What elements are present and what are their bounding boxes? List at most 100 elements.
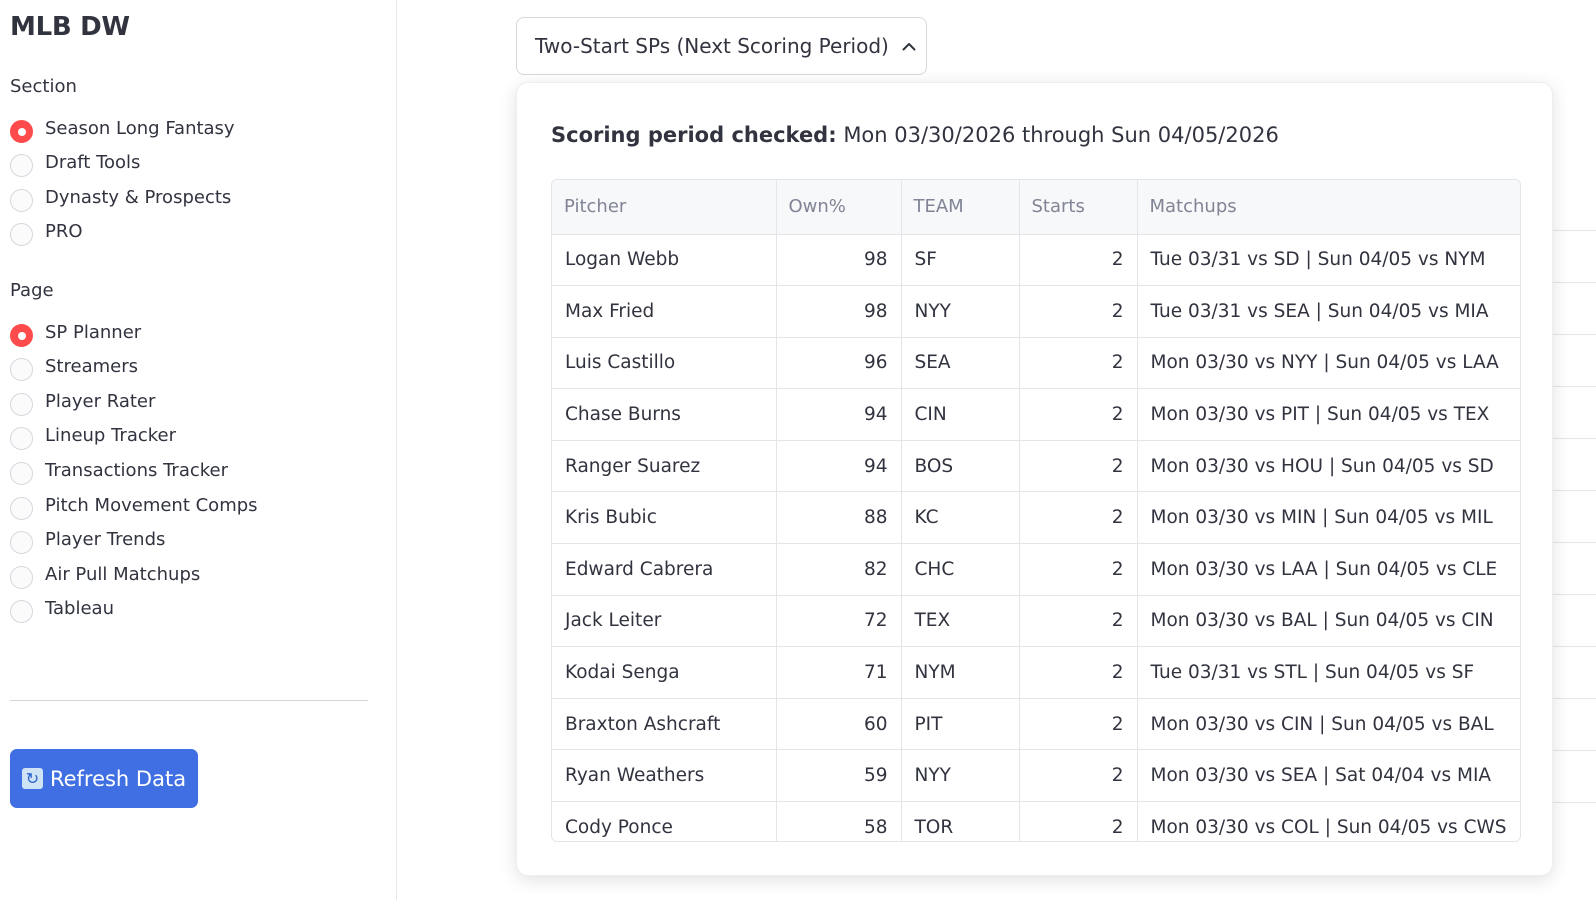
radio-unselected-icon[interactable] [10,531,33,555]
radio-label: PRO [45,221,83,243]
cell-starts: 2 [1019,285,1138,338]
page-radio-air-pull-matchups[interactable]: Air Pull Matchups [10,559,200,589]
cell-own-pct: 88 [776,491,902,545]
cell-pitcher: Chase Burns [552,388,777,441]
section-label: Section [10,76,77,97]
column-header-team[interactable]: TEAM [901,180,1020,235]
cell-team: CHC [901,543,1020,596]
cell-own-pct: 58 [776,801,902,841]
cell-team: TEX [901,595,1020,648]
sidebar: MLB DW Section Season Long Fantasy Draft … [0,0,397,900]
section-radio-draft-tools[interactable]: Draft Tools [10,148,140,178]
cell-team: CIN [901,388,1020,441]
table-row[interactable]: Cody Ponce 58 TOR 2 Mon 03/30 vs COL | Sun 0… [552,801,1520,841]
refresh-icon: ↻ [21,768,43,789]
cell-own-pct: 94 [776,440,902,493]
table-row[interactable]: Braxton Ashcraft 60 PIT 2 Mon 03/30 vs CIN |… [552,698,1520,751]
cell-team: TOR [901,801,1020,841]
cell-pitcher: Ranger Suarez [552,440,777,493]
table-row[interactable]: Ryan Weathers 59 NYY 2 Mon 03/30 vs SEA | Sa… [552,749,1520,803]
cell-team: SEA [901,337,1020,390]
cell-own-pct: 72 [776,595,902,648]
cell-matchups: Tue 03/31 vs SEA | Sun 04/05 vs MIA [1137,285,1520,338]
page-radio-transactions-tracker[interactable]: Transactions Tracker [10,455,228,485]
radio-unselected-icon[interactable] [10,565,33,589]
radio-unselected-icon[interactable] [10,392,33,416]
cell-starts: 2 [1019,388,1138,441]
table-row[interactable]: Ranger Suarez 94 BOS 2 Mon 03/30 vs HOU | Su… [552,440,1520,493]
cell-starts: 2 [1019,234,1138,287]
two-start-sps-popover-button[interactable]: Two-Start SPs (Next Scoring Period) [516,17,927,75]
cell-pitcher: Braxton Ashcraft [552,698,777,751]
two-start-sps-popover: Scoring period checked: Mon 03/30/2026 t… [516,82,1553,876]
radio-unselected-icon[interactable] [10,154,33,178]
radio-unselected-icon[interactable] [10,461,33,485]
radio-label: Lineup Tracker [45,425,177,447]
radio-selected-icon[interactable] [10,323,33,347]
radio-selected-icon[interactable] [10,119,33,143]
radio-label: Player Trends [45,529,166,551]
section-radio-dynasty-prospects[interactable]: Dynasty & Prospects [10,182,231,212]
cell-starts: 2 [1019,698,1138,751]
radio-unselected-icon[interactable] [10,358,33,382]
refresh-data-button[interactable]: ↻ Refresh Data [10,749,198,808]
page-radio-sp-planner[interactable]: SP Planner [10,317,141,347]
cell-pitcher: Ryan Weathers [552,749,777,803]
page-radio-streamers[interactable]: Streamers [10,352,138,382]
app-title: MLB DW [10,12,130,42]
page-radio-lineup-tracker[interactable]: Lineup Tracker [10,421,176,451]
cell-own-pct: 96 [776,337,902,390]
cell-team: NYY [901,285,1020,338]
radio-label: Transactions Tracker [45,459,229,481]
column-header-pitcher[interactable]: Pitcher [552,180,777,235]
radio-unselected-icon[interactable] [10,188,33,212]
cell-matchups: Mon 03/30 vs LAA | Sun 04/05 vs CLE [1137,543,1520,596]
scoring-period-text: Scoring period checked: Mon 03/30/2026 t… [551,123,1279,147]
two-start-sps-table[interactable]: Pitcher Own% TEAM Starts Matchups Logan Webb… [551,179,1521,842]
cell-pitcher: Jack Leiter [552,595,777,648]
table-row[interactable]: Max Fried 98 NYY 2 Tue 03/31 vs SEA | Sun 04… [552,285,1520,338]
table-row[interactable]: Kris Bubic 88 KC 2 Mon 03/30 vs MIN | Sun 04… [552,491,1520,545]
page-radio-player-trends[interactable]: Player Trends [10,525,165,555]
table-row[interactable]: Luis Castillo 96 SEA 2 Mon 03/30 vs NYY | Su… [552,337,1520,390]
cell-matchups: Mon 03/30 vs COL | Sun 04/05 vs CWS [1137,801,1520,841]
cell-own-pct: 98 [776,285,902,338]
radio-label: SP Planner [45,321,142,343]
radio-label: Pitch Movement Comps [45,494,258,516]
section-radio-pro[interactable]: PRO [10,217,83,247]
table-row[interactable]: Jack Leiter 72 TEX 2 Mon 03/30 vs BAL | Sun … [552,595,1520,648]
section-radio-season-long-fantasy[interactable]: Season Long Fantasy [10,113,235,143]
cell-pitcher: Edward Cabrera [552,543,777,596]
cell-team: NYY [901,749,1020,803]
cell-team: PIT [901,698,1020,751]
table-row[interactable]: Edward Cabrera 82 CHC 2 Mon 03/30 vs LAA | S… [552,543,1520,596]
page-radio-player-rater[interactable]: Player Rater [10,386,155,416]
page-radio-pitch-movement-comps[interactable]: Pitch Movement Comps [10,490,258,520]
radio-unselected-icon[interactable] [10,223,33,247]
scoring-period-range: Mon 03/30/2026 through Sun 04/05/2026 [843,123,1279,147]
cell-own-pct: 60 [776,698,902,751]
column-header-own[interactable]: Own% [776,180,902,235]
cell-pitcher: Cody Ponce [552,801,777,841]
cell-team: BOS [901,440,1020,493]
cell-matchups: Mon 03/30 vs PIT | Sun 04/05 vs TEX [1137,388,1520,441]
column-header-starts[interactable]: Starts [1019,180,1138,235]
radio-unselected-icon[interactable] [10,427,33,451]
cell-starts: 2 [1019,491,1138,545]
background-table-edge [1552,230,1596,850]
cell-team: KC [901,491,1020,545]
cell-own-pct: 82 [776,543,902,596]
column-header-matchups[interactable]: Matchups [1137,180,1520,235]
popover-button-label: Two-Start SPs (Next Scoring Period) [535,34,889,58]
table-row[interactable]: Logan Webb 98 SF 2 Tue 03/31 vs SD | Sun 04/… [552,234,1520,287]
cell-starts: 2 [1019,749,1138,803]
radio-label: Player Rater [45,390,156,412]
table-row[interactable]: Chase Burns 94 CIN 2 Mon 03/30 vs PIT | Sun … [552,388,1520,441]
cell-starts: 2 [1019,337,1138,390]
radio-label: Draft Tools [45,152,141,174]
radio-unselected-icon[interactable] [10,496,33,520]
radio-unselected-icon[interactable] [10,600,33,624]
table-row[interactable]: Kodai Senga 71 NYM 2 Tue 03/31 vs STL | Sun … [552,646,1520,699]
cell-own-pct: 98 [776,234,902,287]
page-radio-tableau[interactable]: Tableau [10,594,114,624]
